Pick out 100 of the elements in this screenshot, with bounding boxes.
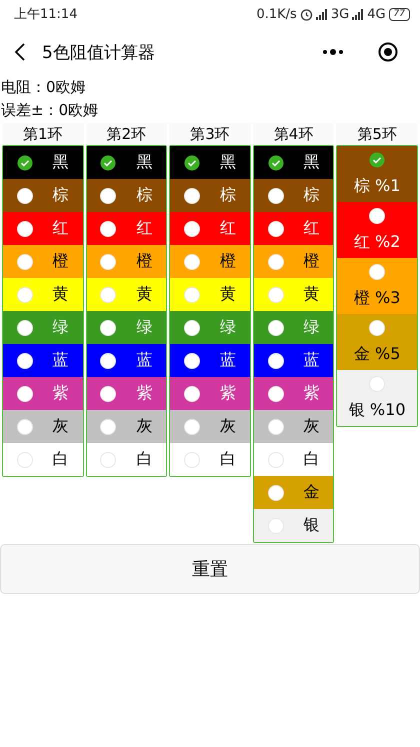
back-icon[interactable] — [14, 42, 26, 62]
color-option[interactable]: 红 %2 — [337, 202, 417, 258]
color-option[interactable]: 红 — [86, 212, 166, 245]
color-option[interactable]: 黄 — [254, 278, 334, 311]
color-option[interactable]: 橙 %3 — [337, 258, 417, 314]
alarm-icon — [300, 8, 313, 20]
color-option[interactable]: 灰 — [3, 410, 83, 443]
radio-icon[interactable] — [16, 386, 33, 402]
color-option[interactable]: 橙 — [3, 245, 83, 278]
radio-icon[interactable] — [16, 320, 33, 336]
color-option[interactable]: 黄 — [3, 278, 83, 311]
radio-icon[interactable] — [268, 418, 284, 434]
radio-icon[interactable] — [369, 320, 386, 336]
color-option[interactable]: 蓝 — [86, 344, 166, 377]
color-option[interactable]: 紫 — [3, 377, 83, 410]
signal-icon — [316, 8, 328, 20]
radio-icon[interactable] — [184, 452, 200, 468]
color-option[interactable]: 绿 — [170, 311, 250, 344]
color-label: 黄 — [52, 284, 69, 305]
reset-button[interactable]: 重置 — [0, 544, 420, 594]
radio-icon[interactable] — [268, 188, 284, 204]
checked-radio-icon[interactable] — [16, 154, 33, 170]
radio-icon[interactable] — [100, 286, 116, 302]
radio-icon[interactable] — [268, 220, 284, 236]
radio-icon[interactable] — [100, 452, 116, 468]
more-icon[interactable] — [322, 49, 344, 55]
radio-icon[interactable] — [184, 188, 200, 204]
radio-icon[interactable] — [268, 286, 284, 302]
radio-icon[interactable] — [184, 352, 200, 368]
radio-icon[interactable] — [16, 418, 33, 434]
color-option[interactable]: 黄 — [86, 278, 166, 311]
radio-icon[interactable] — [16, 220, 33, 236]
radio-icon[interactable] — [100, 188, 116, 204]
color-label: 橙 — [303, 251, 320, 272]
radio-icon[interactable] — [184, 320, 200, 336]
color-option[interactable]: 黑 — [86, 146, 166, 179]
color-option[interactable]: 金 — [254, 476, 334, 509]
color-option[interactable]: 棕 — [170, 179, 250, 212]
color-option[interactable]: 红 — [3, 212, 83, 245]
radio-icon[interactable] — [16, 352, 33, 368]
color-option[interactable]: 紫 — [170, 377, 250, 410]
color-option[interactable]: 棕 — [86, 179, 166, 212]
radio-icon[interactable] — [268, 352, 284, 368]
color-option[interactable]: 金 %5 — [337, 314, 417, 370]
color-option[interactable]: 绿 — [254, 311, 334, 344]
radio-icon[interactable] — [268, 386, 284, 402]
color-option[interactable]: 紫 — [86, 377, 166, 410]
radio-icon[interactable] — [16, 452, 33, 468]
radio-icon[interactable] — [268, 484, 284, 500]
color-option[interactable]: 蓝 — [254, 344, 334, 377]
radio-icon[interactable] — [16, 188, 33, 204]
color-option[interactable]: 银 — [254, 509, 334, 542]
radio-icon[interactable] — [369, 208, 386, 224]
radio-icon[interactable] — [184, 418, 200, 434]
color-option[interactable]: 紫 — [254, 377, 334, 410]
radio-icon[interactable] — [184, 386, 200, 402]
color-option[interactable]: 棕 — [3, 179, 83, 212]
radio-icon[interactable] — [100, 418, 116, 434]
color-label: 紫 — [220, 383, 236, 404]
radio-icon[interactable] — [100, 386, 116, 402]
radio-icon[interactable] — [268, 452, 284, 468]
color-option[interactable]: 蓝 — [170, 344, 250, 377]
checked-radio-icon[interactable] — [268, 154, 284, 170]
radio-icon[interactable] — [369, 376, 386, 392]
color-option[interactable]: 灰 — [254, 410, 334, 443]
checked-radio-icon[interactable] — [100, 154, 116, 170]
radio-icon[interactable] — [184, 220, 200, 236]
radio-icon[interactable] — [100, 320, 116, 336]
band-title: 第1环 — [2, 123, 84, 145]
radio-icon[interactable] — [184, 286, 200, 302]
color-option[interactable]: 橙 — [254, 245, 334, 278]
radio-icon[interactable] — [100, 254, 116, 270]
color-option[interactable]: 黑 — [170, 146, 250, 179]
color-option[interactable]: 绿 — [3, 311, 83, 344]
color-option[interactable]: 橙 — [86, 245, 166, 278]
color-option[interactable]: 灰 — [170, 410, 250, 443]
radio-icon[interactable] — [16, 286, 33, 302]
checked-radio-icon[interactable] — [369, 152, 386, 168]
radio-icon[interactable] — [268, 518, 284, 534]
color-option[interactable]: 棕 %1 — [337, 146, 417, 202]
checked-radio-icon[interactable] — [184, 154, 200, 170]
color-option[interactable]: 银 %10 — [337, 370, 417, 426]
color-option[interactable]: 灰 — [86, 410, 166, 443]
color-option[interactable]: 棕 — [254, 179, 334, 212]
battery-indicator: 77 — [388, 8, 410, 20]
color-option[interactable]: 黑 — [254, 146, 334, 179]
color-option[interactable]: 黑 — [3, 146, 83, 179]
color-option[interactable]: 橙 — [170, 245, 250, 278]
color-option[interactable]: 绿 — [86, 311, 166, 344]
color-option[interactable]: 红 — [254, 212, 334, 245]
radio-icon[interactable] — [100, 220, 116, 236]
radio-icon[interactable] — [268, 254, 284, 270]
radio-icon[interactable] — [369, 264, 386, 280]
color-option[interactable]: 黄 — [170, 278, 250, 311]
color-option[interactable]: 红 — [170, 212, 250, 245]
color-option[interactable]: 蓝 — [3, 344, 83, 377]
radio-icon[interactable] — [268, 320, 284, 336]
radio-icon[interactable] — [100, 352, 116, 368]
radio-icon[interactable] — [184, 254, 200, 270]
radio-icon[interactable] — [16, 254, 33, 270]
